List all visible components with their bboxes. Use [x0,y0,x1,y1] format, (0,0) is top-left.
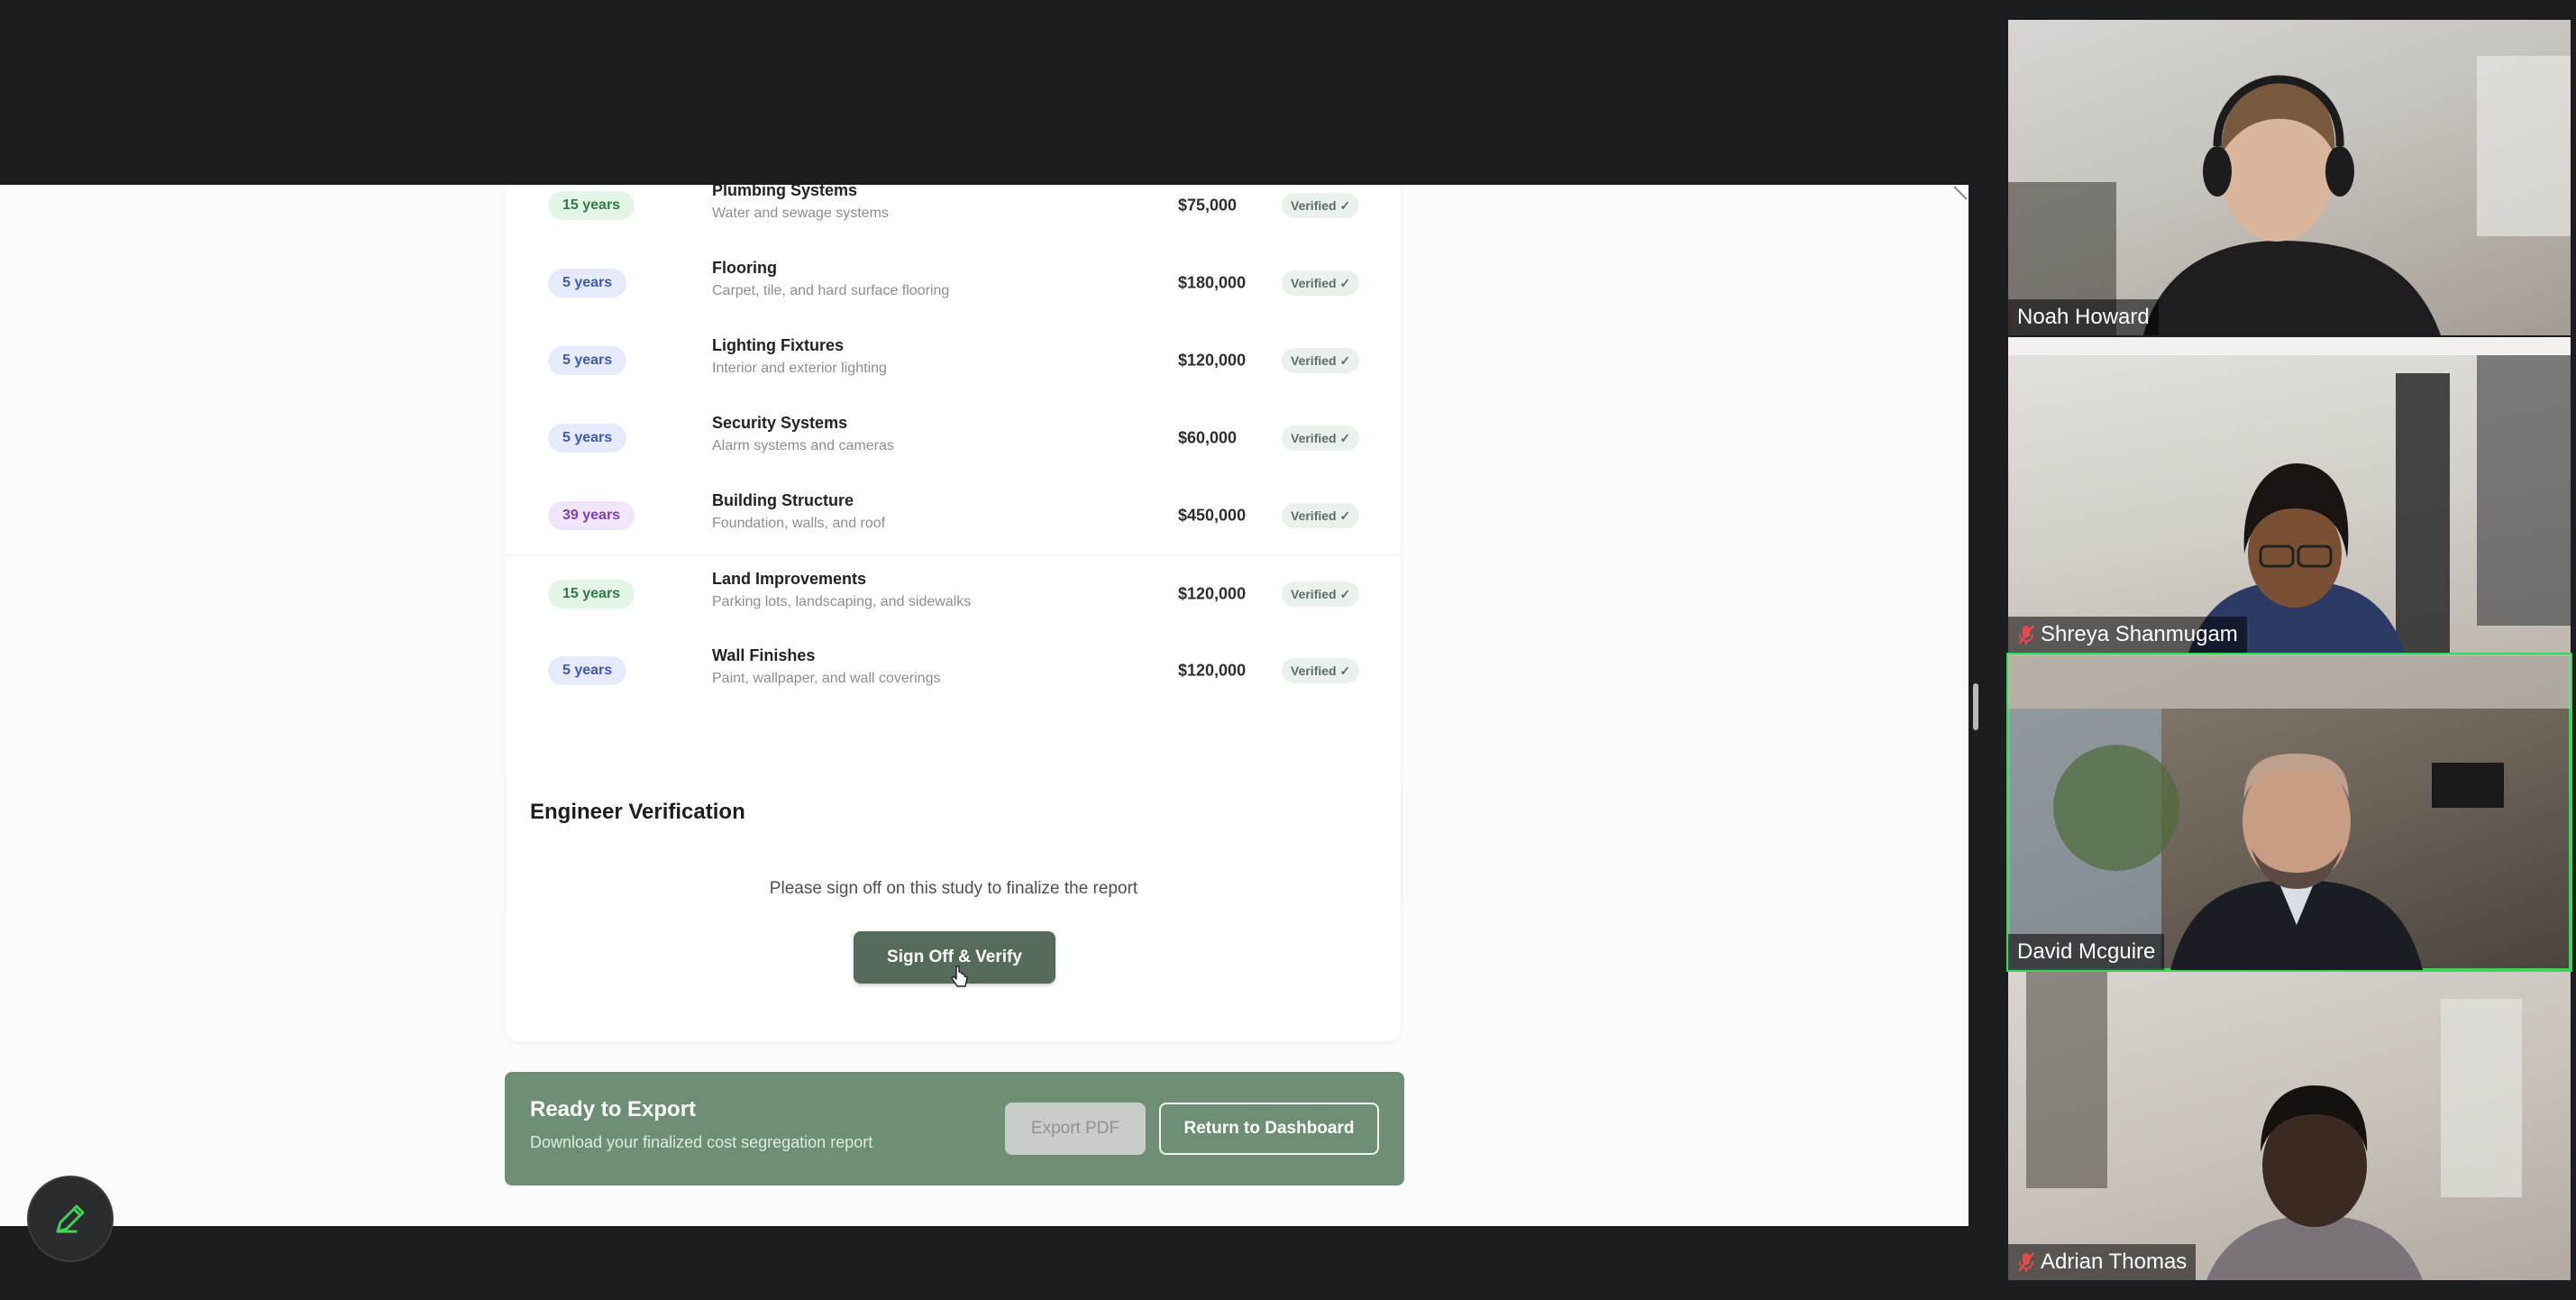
export-panel: Ready to Export Download your finalized … [505,1072,1404,1186]
asset-description: Alarm systems and cameras [712,438,894,453]
asset-description: Interior and exterior lighting [712,361,887,376]
asset-cost: $180,000 [1178,273,1247,292]
table-row: 5 years Lighting Fixtures Interior and e… [507,322,1401,399]
asset-name: Wall Finishes [712,646,816,664]
status-badge: Verified ✓ [1282,658,1360,683]
participant-video [2008,655,2571,970]
asset-name: Flooring [712,259,777,277]
return-to-dashboard-button[interactable]: Return to Dashboard [1159,1103,1379,1155]
status-badge: Verified ✓ [1282,270,1360,296]
status-badge: Verified ✓ [1282,348,1360,373]
recovery-period-badge: 5 years [548,346,627,375]
participant-video [2026,972,2522,1280]
asset-description: Water and sewage systems [712,206,889,221]
participant-name-tag: Shreya Shanmugam [2008,617,2247,653]
table-row: 5 years Flooring Carpet, tile, and hard … [507,244,1401,322]
participant-name: David Mcguire [2017,939,2156,964]
asset-cost: $450,000 [1178,506,1247,525]
participant-video-tile[interactable]: Noah Howard [2008,20,2571,335]
recovery-period-badge: 15 years [548,580,635,609]
export-pdf-button[interactable]: Export PDF [1005,1103,1146,1155]
export-subtitle: Download your finalized cost segregation… [530,1133,873,1151]
table-row: 15 years Plumbing Systems Water and sewa… [507,185,1401,244]
table-row: 15 years Land Improvements Parking lots,… [507,554,1401,633]
status-badge: Verified ✓ [1282,426,1360,451]
mic-muted-icon [2018,625,2034,645]
verification-title: Engineer Verification [530,800,745,824]
verification-prompt: Please sign off on this study to finaliz… [769,879,1138,898]
annotate-button[interactable] [27,1176,114,1262]
asset-description: Carpet, tile, and hard surface flooring [712,283,950,298]
engineer-verification-card: Engineer Verification Please sign off on… [507,769,1401,1041]
asset-description: Foundation, walls, and roof [712,516,886,531]
recovery-period-badge: 5 years [548,269,627,298]
shared-screen: 15 years Plumbing Systems Water and sewa… [0,185,1969,1226]
status-badge: Verified ✓ [1282,193,1360,218]
pencil-icon [56,1204,85,1233]
participant-name-tag: Noah Howard [2008,299,2159,335]
hand-cursor-icon [951,966,968,987]
participant-name: Noah Howard [2017,305,2150,329]
split-view-resize-handle[interactable] [1973,683,1978,730]
asset-name: Building Structure [712,491,854,509]
participant-name: Adrian Thomas [2041,1250,2188,1274]
export-title: Ready to Export [530,1097,697,1121]
participant-name-tag: David Mcguire [2008,934,2165,970]
asset-description: Parking lots, landscaping, and sidewalks [712,594,972,609]
table-row: 39 years Building Structure Foundation, … [507,477,1401,554]
asset-name: Security Systems [712,414,848,432]
participant-video [2008,56,2571,335]
participant-name: Shreya Shanmugam [2041,622,2238,646]
asset-cost: $120,000 [1178,661,1247,680]
participant-video [2008,337,2571,653]
recovery-period-badge: 15 years [548,191,635,220]
asset-cost: $75,000 [1178,196,1238,215]
participant-video-tile[interactable]: Adrian Thomas [2008,972,2571,1280]
asset-name: Plumbing Systems [712,185,858,199]
status-badge: Verified ✓ [1282,503,1360,528]
participant-name-tag: Adrian Thomas [2008,1244,2197,1280]
asset-cost: $60,000 [1178,428,1238,447]
asset-name: Land Improvements [712,570,867,588]
recovery-period-badge: 5 years [548,424,627,453]
asset-name: Lighting Fixtures [712,336,844,354]
participant-video-tile[interactable]: Shreya Shanmugam [2008,337,2571,653]
meeting-toolbar [0,1280,2576,1300]
asset-cost: $120,000 [1178,584,1247,603]
recovery-period-badge: 39 years [548,501,635,530]
status-badge: Verified ✓ [1282,581,1360,607]
asset-description: Paint, wallpaper, and wall coverings [712,671,941,686]
table-row: 5 years Wall Finishes Paint, wallpaper, … [507,632,1401,710]
table-row: 5 years Security Systems Alarm systems a… [507,399,1401,477]
asset-cost: $120,000 [1178,351,1247,370]
participant-video-tile[interactable]: David Mcguire [2006,653,2572,972]
corner-resize-icon [1953,186,1968,200]
mic-muted-icon [2018,1252,2034,1272]
recovery-period-badge: 5 years [548,656,627,685]
